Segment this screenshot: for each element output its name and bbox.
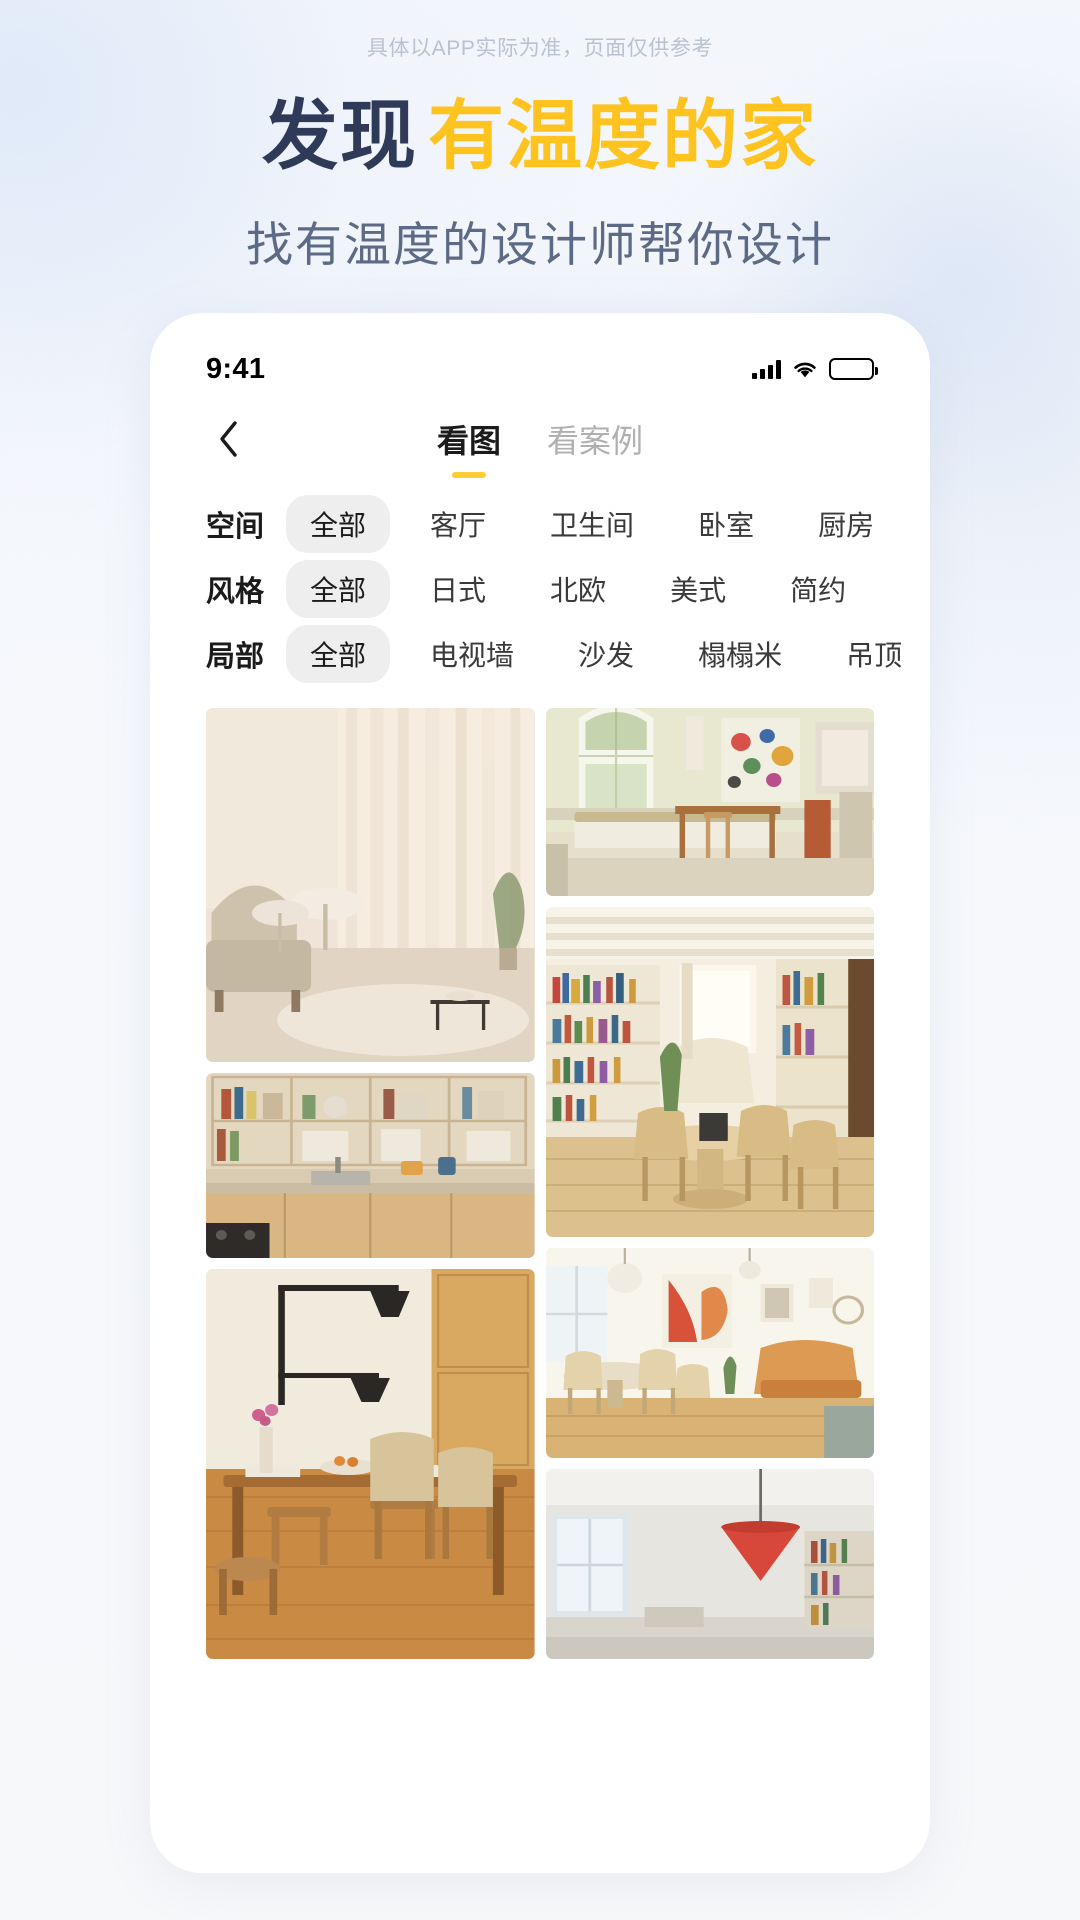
- battery-full-icon: [829, 358, 878, 380]
- filter-chip-part-3[interactable]: 榻榻米: [674, 625, 806, 683]
- tab-bar: 看图 看案例: [172, 397, 908, 481]
- filter-chip-style-4[interactable]: 简约: [766, 560, 870, 618]
- filter-chip-part-1[interactable]: 电视墙: [406, 625, 538, 683]
- filter-label-style: 风格: [206, 575, 265, 608]
- filter-chip-part-2[interactable]: 沙发: [554, 625, 658, 683]
- filter-chip-style-1[interactable]: 日式: [406, 560, 510, 618]
- filter-row-style: 风格 全部 日式 北欧 美式 简约 轻奢: [172, 556, 908, 621]
- study-desk-artwork-photo[interactable]: [545, 708, 874, 896]
- library-round-table-chairs-photo[interactable]: [545, 907, 874, 1237]
- filter-chip-style-0[interactable]: 全部: [286, 559, 391, 618]
- filter-panel: 空间 全部 客厅 卫生间 卧室 厨房 餐厅 风格 全部 日式 北欧 美式 简约 …: [172, 481, 908, 694]
- dining-table-wall-lamp-photo[interactable]: [206, 1269, 535, 1659]
- filter-label-part: 局部: [206, 640, 265, 673]
- filter-chip-space-1[interactable]: 客厅: [406, 495, 510, 553]
- filter-chip-space-2[interactable]: 卫生间: [526, 495, 658, 553]
- phone-mockup: 9:41 看图 看案例 空间 全部 客厅 卫生间 卧室 厨房 风格 全部 日式 …: [150, 313, 930, 1873]
- page-subtitle: 找有温度的设计师帮你设计: [246, 218, 834, 271]
- image-gallery: [172, 694, 908, 1659]
- disclaimer-text: 具体以APP实际为准，页面仅供参考: [366, 37, 714, 60]
- filter-row-space: 空间 全部 客厅 卫生间 卧室 厨房 餐厅: [172, 491, 908, 556]
- filter-chip-part-0[interactable]: 全部: [286, 624, 391, 683]
- filter-label-space: 空间: [206, 510, 265, 543]
- gallery-column-right: [545, 708, 874, 1659]
- headline-highlight: 有温度的家: [428, 94, 818, 179]
- filter-chip-space-3[interactable]: 卧室: [674, 495, 778, 553]
- phone-screen: 9:41 看图 看案例 空间 全部 客厅 卫生间 卧室 厨房 风格 全部 日式 …: [172, 335, 908, 1873]
- filter-chip-style-3[interactable]: 美式: [646, 560, 750, 618]
- status-bar-indicators: [752, 358, 878, 380]
- nav-bar: 看图 看案例: [172, 397, 908, 481]
- page-title: 发现 有温度的家: [0, 94, 1080, 179]
- filter-chip-space-4[interactable]: 厨房: [794, 495, 898, 553]
- tab-kantu[interactable]: 看图: [435, 412, 503, 466]
- kitchen-open-shelving-photo[interactable]: [206, 1073, 535, 1258]
- status-bar-time: 9:41: [206, 352, 266, 385]
- filter-chip-style-5[interactable]: 轻奢: [886, 560, 908, 618]
- filter-chip-space-0[interactable]: 全部: [286, 494, 391, 553]
- living-room-sofa-curtains-photo[interactable]: [206, 708, 535, 1062]
- tab-kananli[interactable]: 看案例: [545, 412, 645, 466]
- status-bar: 9:41: [172, 335, 908, 397]
- signal-bars-icon: [752, 359, 781, 379]
- gallery-column-left: [206, 708, 535, 1659]
- filter-chip-style-2[interactable]: 北欧: [526, 560, 630, 618]
- filter-chip-part-4[interactable]: 吊顶: [822, 625, 908, 683]
- wifi-icon: [792, 360, 818, 379]
- filter-row-part: 局部 全部 电视墙 沙发 榻榻米 吊顶 干湿: [172, 621, 908, 686]
- headline-primary: 发现: [262, 94, 418, 179]
- red-pendant-lamp-room-photo[interactable]: [545, 1469, 874, 1659]
- bright-living-dining-room-photo[interactable]: [545, 1248, 874, 1458]
